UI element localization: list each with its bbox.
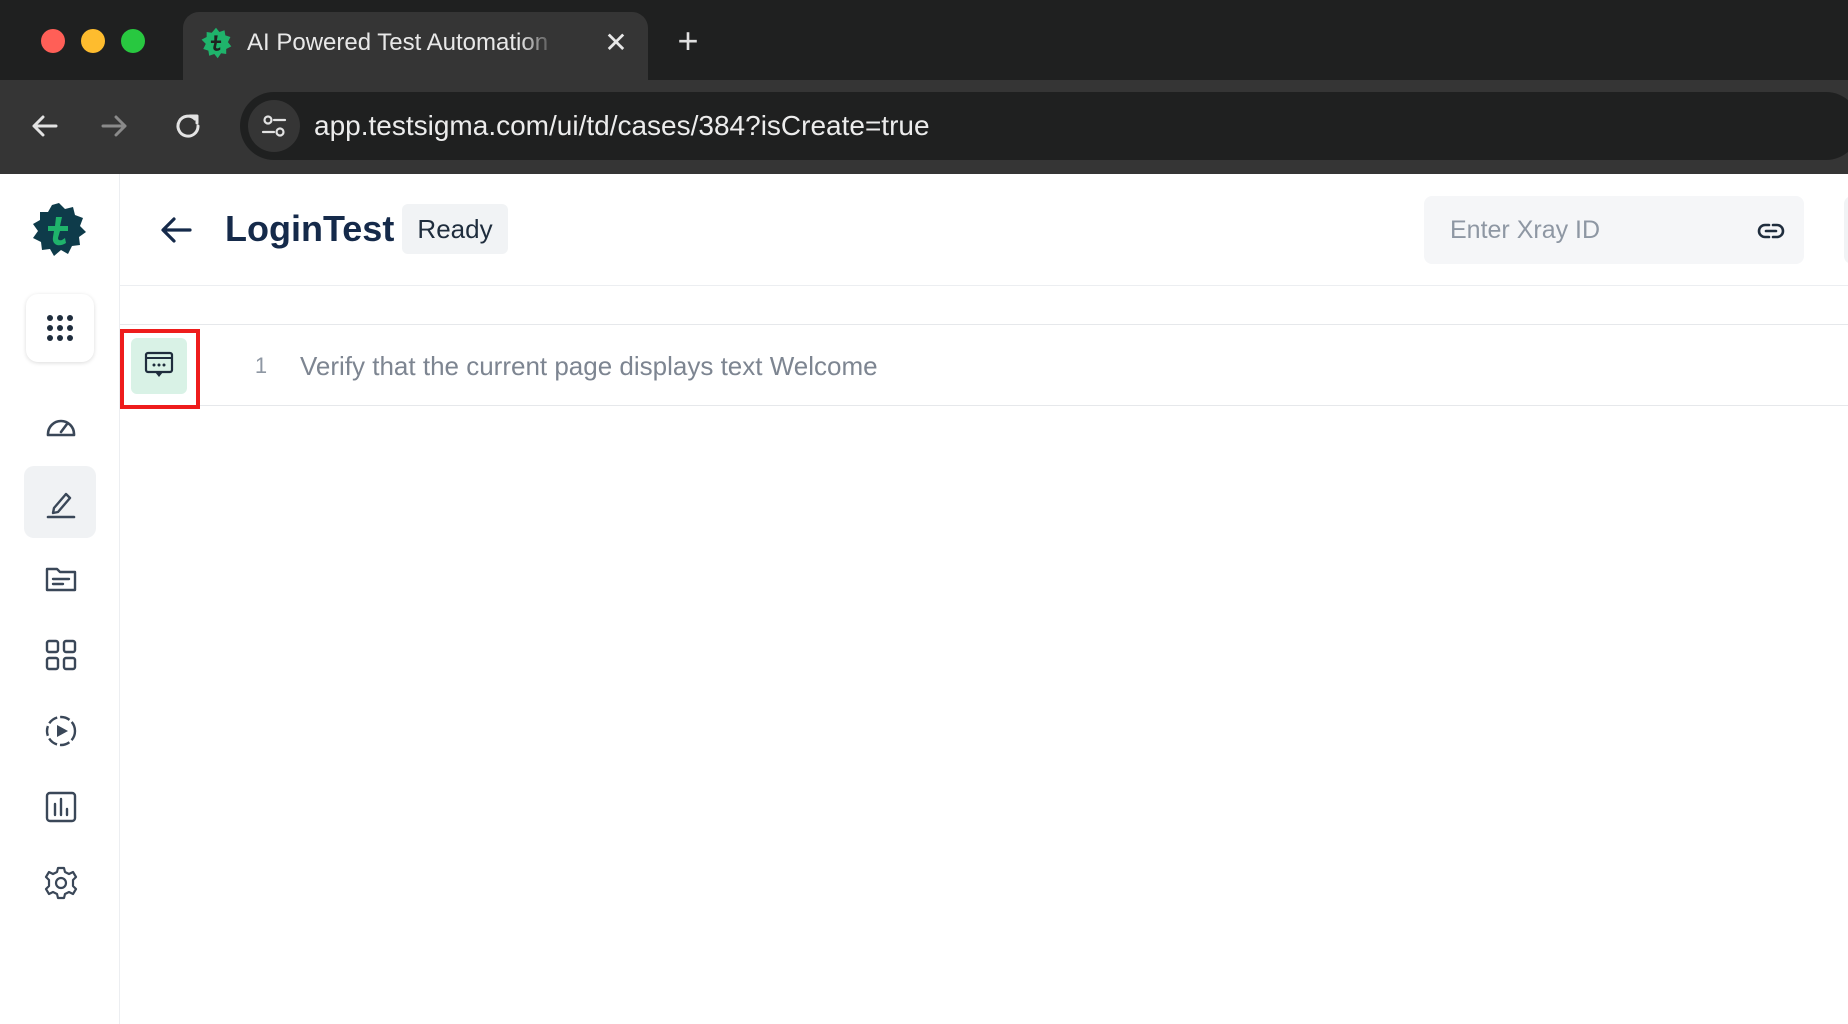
sidebar-item-runs[interactable] [24,694,96,766]
app-launcher-button[interactable] [26,294,94,362]
test-step-row[interactable]: 1 Verify that the current page displays … [120,324,1848,409]
step-text[interactable]: Verify that the current page displays te… [300,347,878,385]
tune-icon [261,115,287,137]
browser-tab[interactable]: AI Powered Test Automation ✕ [183,12,648,80]
app-body: LoginTest Ready Enter Xray ID 1 Verify t… [0,174,1848,1024]
sidebar-item-test-data[interactable] [24,542,96,614]
run-icon [45,715,77,747]
tab-close-icon[interactable]: ✕ [601,28,631,58]
forward-arrow-icon[interactable] [95,106,135,146]
new-tab-button[interactable]: + [670,23,706,60]
back-arrow-icon[interactable] [24,106,64,146]
testsigma-favicon-icon [201,27,232,59]
sidebar-item-dashboard[interactable] [24,390,96,462]
sidebar-item-elements[interactable] [24,618,96,690]
apps-grid-icon [47,315,73,341]
test-case-header: LoginTest Ready [120,174,1848,286]
link-icon[interactable] [1756,216,1786,246]
header-action-edge[interactable] [1844,196,1848,264]
step-number: 1 [254,353,268,378]
edit-icon [46,492,76,519]
close-window-button[interactable] [41,29,65,53]
folder-icon [45,567,77,592]
tab-title: AI Powered Test Automation [247,29,549,56]
highlight-box [120,329,200,409]
sidebar-item-test-development[interactable] [24,466,96,538]
sidebar-item-settings[interactable] [24,846,96,918]
sidebar-item-reports[interactable] [24,770,96,842]
reports-icon [45,791,77,823]
url-text: app.testsigma.com/ui/td/cases/384?isCrea… [314,110,930,141]
sidebar [0,174,120,1024]
grid-icon [45,639,77,671]
settings-icon [44,866,78,900]
testsigma-logo-icon[interactable] [30,202,88,260]
page-title: LoginTest [225,208,395,249]
reload-icon[interactable] [168,106,208,146]
dashboard-icon [46,419,76,437]
maximize-window-button[interactable] [121,29,145,53]
step-type-button[interactable] [120,329,200,409]
xray-id-input[interactable] [1424,196,1744,264]
minimize-window-button[interactable] [81,29,105,53]
back-arrow-icon[interactable] [156,210,196,250]
address-bar[interactable]: app.testsigma.com/ui/td/cases/384?isCrea… [240,92,1848,160]
tab-strip: AI Powered Test Automation ✕ + [0,0,1848,80]
browser-toolbar: app.testsigma.com/ui/td/cases/384?isCrea… [0,80,1848,174]
browser-chrome: AI Powered Test Automation ✕ + app.tests… [0,0,1848,174]
status-badge: Ready [402,204,508,254]
xray-id-field [1424,196,1804,264]
site-info-button[interactable] [248,100,300,152]
